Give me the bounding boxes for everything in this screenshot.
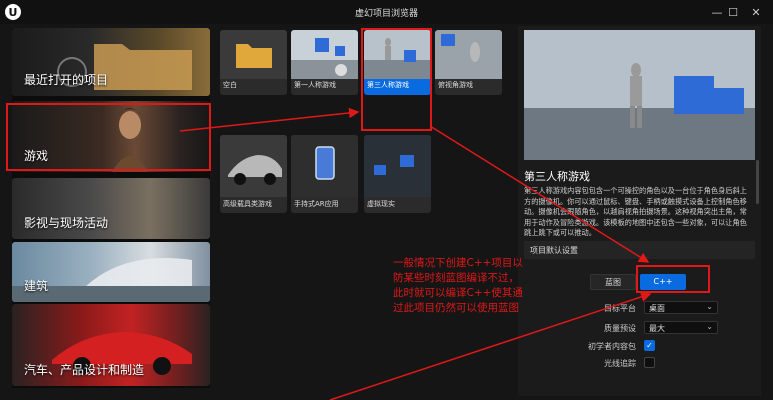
arrow-template-to-cpp xyxy=(429,125,650,263)
arrow-games-to-template xyxy=(179,107,360,132)
annotation-note: 一般情况下创建C++项目以防某些时刻蓝图编译不过，此时就可以编译C++使其通过此… xyxy=(393,257,523,314)
annotation-arrows xyxy=(179,107,652,400)
